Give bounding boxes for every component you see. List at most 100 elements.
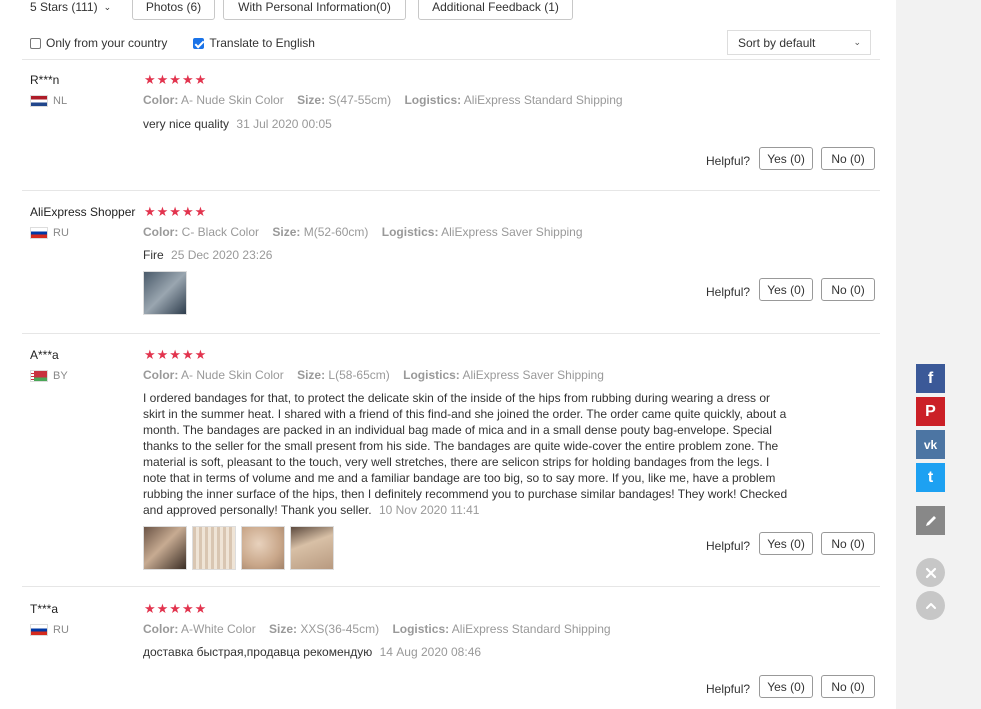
logistics-label: Logistics: xyxy=(381,225,439,239)
review-body: very nice quality xyxy=(143,117,230,131)
reviewer-name: T***a xyxy=(30,602,59,616)
translate-checkbox[interactable]: Translate to English xyxy=(193,36,315,50)
options-row: Only from your country Translate to Engl… xyxy=(30,32,341,54)
flag-by-icon xyxy=(30,370,48,382)
color-label: Color: xyxy=(143,622,179,636)
checkbox-checked[interactable] xyxy=(193,37,205,49)
pinterest-icon: P xyxy=(925,402,936,420)
personal-info-filter-button[interactable]: With Personal Information(0) xyxy=(223,0,406,20)
size-value: XXS(36-45cm) xyxy=(300,622,380,636)
size-label: Size: xyxy=(272,225,301,239)
star-rating: ★★★★★ xyxy=(144,347,208,362)
country-code: RU xyxy=(53,227,69,239)
review-text: I ordered bandages for that, to protect … xyxy=(143,390,791,518)
star-rating: ★★★★★ xyxy=(144,601,208,616)
chevron-down-icon: ⌄ xyxy=(853,37,861,47)
review-photo-thumbnail[interactable] xyxy=(241,526,285,570)
star-rating: ★★★★★ xyxy=(144,204,208,219)
helpful-label: Helpful? xyxy=(706,284,751,299)
review-item: T***a RU ★★★★★ Color: A-White Color Size… xyxy=(0,601,896,709)
vk-share-button[interactable]: vk xyxy=(916,430,945,459)
logistics-value: AliExpress Standard Shipping xyxy=(463,93,623,107)
additional-feedback-filter-button[interactable]: Additional Feedback (1) xyxy=(418,0,573,20)
size-label: Size: xyxy=(297,368,326,382)
review-body: доставка быстрая,продавца рекомендую xyxy=(143,645,373,659)
review-date: 31 Jul 2020 00:05 xyxy=(236,117,332,131)
color-value: A- Nude Skin Color xyxy=(181,93,284,107)
size-value: L(58-65cm) xyxy=(328,368,390,382)
sort-label: Sort by default xyxy=(738,35,816,50)
only-country-label: Only from your country xyxy=(46,36,168,50)
pinterest-share-button[interactable]: P xyxy=(916,397,945,426)
logistics-value: AliExpress Saver Shipping xyxy=(462,368,604,382)
helpful-no-button[interactable]: No (0) xyxy=(821,278,876,301)
size-value: M(52-60cm) xyxy=(303,225,369,239)
helpful-label: Helpful? xyxy=(706,153,751,168)
helpful-section: Helpful? Yes (0) No (0) xyxy=(706,532,883,555)
helpful-no-button[interactable]: No (0) xyxy=(821,147,876,170)
logistics-value: AliExpress Saver Shipping xyxy=(441,225,583,239)
sort-dropdown[interactable]: Sort by default ⌄ xyxy=(727,30,871,55)
vk-icon: vk xyxy=(923,437,938,452)
size-value: S(47-55cm) xyxy=(328,93,392,107)
twitter-icon: t xyxy=(927,468,934,486)
flag-ru-icon xyxy=(30,624,48,636)
photos-filter-button[interactable]: Photos (6) xyxy=(132,0,215,20)
color-value: A- Nude Skin Color xyxy=(181,368,284,382)
reviewer-country: NL xyxy=(30,95,67,107)
facebook-share-button[interactable]: f xyxy=(916,364,945,393)
logistics-value: AliExpress Standard Shipping xyxy=(451,622,611,636)
chevron-up-icon xyxy=(925,602,936,609)
review-text: доставка быстрая,продавца рекомендую 14 … xyxy=(143,644,793,660)
checkbox-unchecked[interactable] xyxy=(30,37,41,49)
review-meta: Color: A- Nude Skin Color Size: L(58-65c… xyxy=(143,368,614,382)
helpful-no-button[interactable]: No (0) xyxy=(821,675,876,698)
review-photo-thumbnail[interactable] xyxy=(143,526,187,570)
review-meta: Color: A-White Color Size: XXS(36-45cm) … xyxy=(143,622,621,636)
color-label: Color: xyxy=(143,368,179,382)
color-value: A-White Color xyxy=(181,622,256,636)
color-value: C- Black Color xyxy=(181,225,260,239)
review-meta: Color: C- Black Color Size: M(52-60cm) L… xyxy=(143,225,593,239)
only-country-checkbox[interactable]: Only from your country xyxy=(30,36,167,50)
logistics-label: Logistics: xyxy=(403,368,460,382)
star-filter-dropdown[interactable]: 5 Stars (111) ⌄ xyxy=(22,0,123,20)
color-label: Color: xyxy=(143,93,179,107)
review-date: 25 Dec 2020 23:26 xyxy=(171,248,273,262)
translate-label: Translate to English xyxy=(209,36,315,50)
review-photo-thumbnail[interactable] xyxy=(143,271,187,315)
helpful-label: Helpful? xyxy=(706,538,751,553)
review-item: AliExpress Shopper RU ★★★★★ Color: C- Bl… xyxy=(0,204,896,333)
review-photo-thumbnail[interactable] xyxy=(192,526,236,570)
logistics-label: Logistics: xyxy=(392,622,450,636)
review-item: R***n NL ★★★★★ Color: A- Nude Skin Color… xyxy=(0,72,896,190)
divider xyxy=(22,333,880,334)
review-photo-thumbnail[interactable] xyxy=(290,526,334,570)
reviewer-name: R***n xyxy=(30,73,60,87)
divider xyxy=(22,586,880,587)
divider xyxy=(22,190,880,191)
flag-ru-icon xyxy=(30,227,48,239)
reviewer-country: RU xyxy=(30,624,69,636)
helpful-no-button[interactable]: No (0) xyxy=(821,532,876,555)
reviewer-country: RU xyxy=(30,227,69,239)
close-button[interactable] xyxy=(916,558,945,587)
scroll-top-button[interactable] xyxy=(916,591,945,620)
review-date: 14 Aug 2020 08:46 xyxy=(379,645,482,659)
star-filter-label: 5 Stars (111) xyxy=(30,0,98,14)
twitter-share-button[interactable]: t xyxy=(916,463,945,492)
review-text: Fire 25 Dec 2020 23:26 xyxy=(143,247,793,263)
helpful-yes-button[interactable]: Yes (0) xyxy=(759,532,814,555)
logistics-label: Logistics: xyxy=(404,93,462,107)
close-icon xyxy=(925,567,936,578)
helpful-yes-button[interactable]: Yes (0) xyxy=(759,278,814,301)
review-date: 10 Nov 2020 11:41 xyxy=(378,503,480,517)
edit-button[interactable] xyxy=(916,506,945,535)
helpful-section: Helpful? Yes (0) No (0) xyxy=(706,278,883,301)
helpful-yes-button[interactable]: Yes (0) xyxy=(759,147,814,170)
review-item: A***a BY ★★★★★ Color: A- Nude Skin Color… xyxy=(0,347,896,586)
review-text: very nice quality 31 Jul 2020 00:05 xyxy=(143,116,793,132)
reviewer-country: BY xyxy=(30,370,68,382)
helpful-yes-button[interactable]: Yes (0) xyxy=(759,675,814,698)
divider xyxy=(22,59,880,60)
